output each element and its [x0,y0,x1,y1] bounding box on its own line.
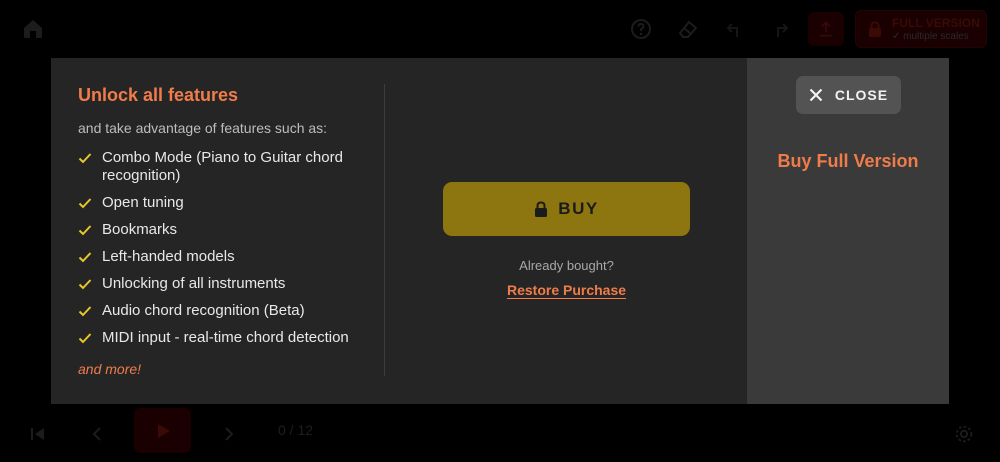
feature-label: Unlocking of all instruments [102,275,286,292]
buy-button[interactable]: BUY [443,182,690,236]
check-icon [78,194,102,212]
close-button-label: CLOSE [834,87,889,103]
redo-icon[interactable] [765,14,795,44]
feature-label: MIDI input - real-time chord detection [102,329,349,346]
settings-icon[interactable] [952,422,976,446]
buy-full-version-title: Buy Full Version [777,151,919,171]
check-icon [78,221,102,239]
close-button[interactable]: CLOSE [796,76,901,114]
panel-divider [384,84,385,376]
full-version-subtitle: ✓ multiple scales [892,31,969,42]
upload-button[interactable] [808,12,844,46]
dialog-headline: Unlock all features [78,85,239,105]
buy-button-label: BUY [558,199,599,218]
check-icon [78,302,102,320]
list-item: Combo Mode (Piano to Guitar chord recogn… [78,149,378,185]
upload-icon [820,21,832,37]
skip-start-icon[interactable] [26,422,50,446]
list-item: Left-handed models [78,248,378,266]
feature-label: Left-handed models [102,248,235,265]
list-item: Bookmarks [78,221,378,239]
restore-purchase-row: Restore Purchase [386,282,747,300]
feature-label: Open tuning [102,194,184,211]
list-item: Unlocking of all instruments [78,275,378,293]
and-more-text: and more! [78,361,142,377]
play-icon [157,423,170,438]
help-icon[interactable] [626,14,656,44]
feature-label: Combo Mode (Piano to Guitar chord recogn… [102,149,343,184]
home-icon[interactable] [18,14,48,44]
full-version-title: FULL VERSION [892,16,980,30]
features-panel: Unlock all features and take advantage o… [51,58,386,404]
side-panel: CLOSE Buy Full Version [747,58,949,404]
list-item: Audio chord recognition (Beta) [78,302,378,320]
check-icon [78,275,102,293]
purchase-panel: BUY Already bought? Restore Purchase [386,58,747,404]
feature-label: Bookmarks [102,221,178,238]
check-icon [78,248,102,266]
prev-icon[interactable] [86,422,110,446]
check-icon [78,149,102,167]
feature-list: Combo Mode (Piano to Guitar chord recogn… [78,149,378,356]
position-counter: 0 / 12 [278,422,314,438]
check-icon [78,329,102,347]
eraser-icon[interactable] [673,14,703,44]
list-item: Open tuning [78,194,378,212]
unlock-features-dialog: Unlock all features and take advantage o… [51,58,949,404]
play-button[interactable] [134,408,191,453]
list-item: MIDI input - real-time chord detection [78,329,378,347]
top-toolbar: FULL VERSION ✓ multiple scales [0,0,1000,58]
lock-icon [869,21,881,37]
feature-label: Audio chord recognition (Beta) [102,302,305,319]
full-version-button[interactable]: FULL VERSION ✓ multiple scales [855,10,987,48]
lock-icon [534,201,548,217]
intro-text: and take advantage of features such as: [78,120,328,136]
close-icon [809,88,823,102]
already-bought-text: Already bought? [519,258,614,273]
undo-icon[interactable] [720,14,750,44]
next-icon[interactable] [216,422,240,446]
restore-purchase-link[interactable]: Restore Purchase [507,282,626,298]
